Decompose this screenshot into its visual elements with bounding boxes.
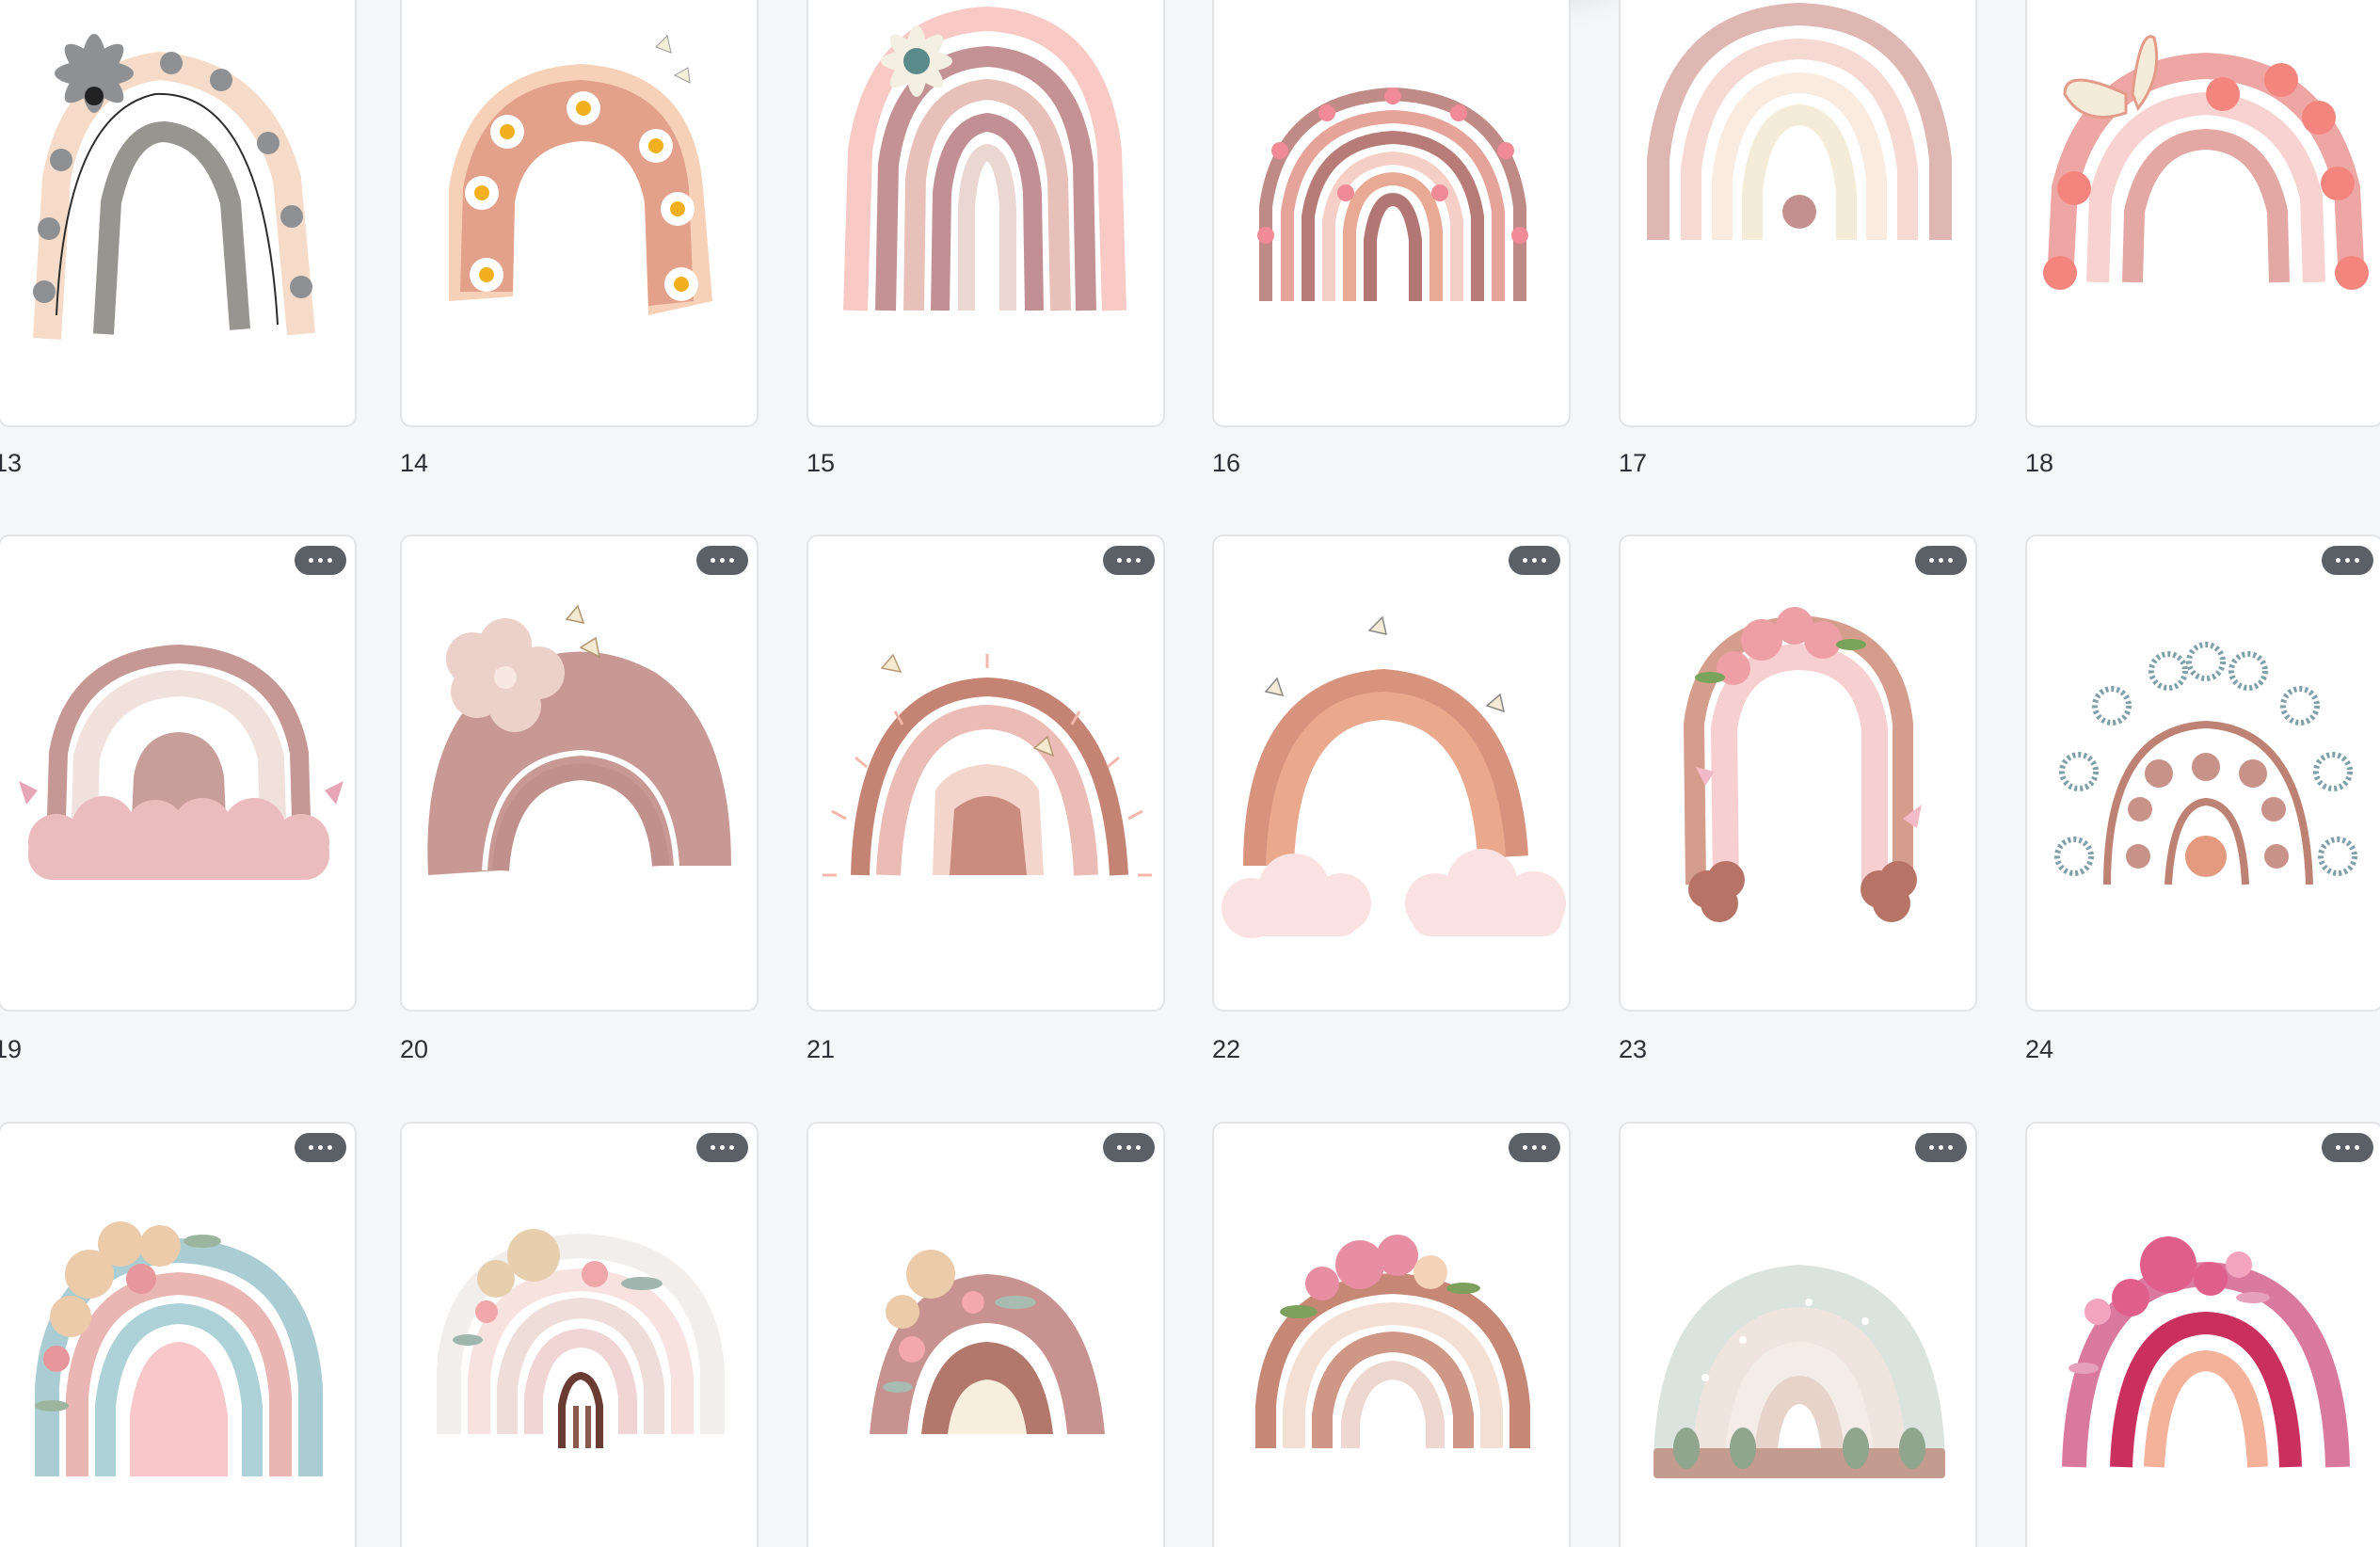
page-number-13: 13 <box>0 449 23 477</box>
page-number-20: 20 <box>400 1035 429 1063</box>
more-horizontal-icon <box>2355 558 2359 563</box>
rainbow-illustration <box>2054 642 2357 885</box>
more-horizontal-icon <box>1523 1145 1527 1150</box>
rainbow-illustration <box>1255 1235 1530 1448</box>
more-horizontal-icon <box>1523 558 1527 563</box>
page-number-22: 22 <box>1212 1035 1241 1063</box>
more-horizontal-icon <box>1136 558 1141 563</box>
rainbow-illustration <box>1257 87 1528 301</box>
more-horizontal-icon <box>1136 1145 1141 1150</box>
more-options-button[interactable] <box>1103 546 1155 575</box>
more-horizontal-icon <box>1948 1145 1953 1150</box>
page-number-15: 15 <box>807 449 836 477</box>
more-horizontal-icon <box>318 1145 323 1150</box>
rainbow-illustration <box>33 34 315 340</box>
rainbow-illustration <box>2062 1236 2350 1468</box>
more-horizontal-icon <box>1541 558 1546 563</box>
more-horizontal-icon <box>1929 558 1934 563</box>
more-horizontal-icon <box>2336 558 2340 563</box>
more-horizontal-icon <box>2345 558 2350 563</box>
page-number-17: 17 <box>1619 449 1648 477</box>
more-horizontal-icon <box>729 1145 734 1150</box>
page-number-21: 21 <box>807 1035 836 1063</box>
page-thumbnail-15[interactable] <box>807 0 1165 427</box>
more-horizontal-icon <box>327 558 332 563</box>
rainbow-illustration <box>1222 615 1566 938</box>
more-horizontal-icon <box>1948 558 1953 563</box>
more-horizontal-icon <box>711 558 715 563</box>
page-thumbnail-22[interactable] <box>1212 534 1571 1012</box>
more-horizontal-icon <box>1939 558 1943 563</box>
more-options-button[interactable] <box>1509 1133 1560 1162</box>
more-options-button[interactable] <box>1915 1133 1967 1162</box>
page-thumbnail-29[interactable] <box>1619 1122 1977 1547</box>
rainbow-illustration <box>2043 35 2369 290</box>
page-thumbnail-19[interactable] <box>0 534 357 1012</box>
more-options-button[interactable] <box>2322 546 2373 575</box>
rainbow-illustration <box>1683 607 1922 922</box>
rainbow-illustration <box>1653 1265 1945 1478</box>
page-number-16: 16 <box>1212 449 1241 477</box>
more-horizontal-icon <box>720 558 725 563</box>
page-thumbnail-21[interactable] <box>807 534 1165 1012</box>
more-horizontal-icon <box>720 1145 725 1150</box>
more-horizontal-icon <box>309 1145 313 1150</box>
more-horizontal-icon <box>1939 1145 1943 1150</box>
rainbow-illustration <box>870 1250 1105 1434</box>
more-options-button[interactable] <box>696 1133 748 1162</box>
more-options-button[interactable] <box>1509 546 1560 575</box>
more-horizontal-icon <box>2345 1145 2350 1150</box>
rainbow-illustration <box>843 6 1126 311</box>
page-thumbnail-13[interactable] <box>0 0 357 427</box>
page-thumbnail-23[interactable] <box>1619 534 1977 1012</box>
more-options-button[interactable] <box>1915 546 1967 575</box>
rainbow-illustration <box>449 35 712 315</box>
more-options-button[interactable] <box>696 546 748 575</box>
more-horizontal-icon <box>1929 1145 1934 1150</box>
rainbow-illustration <box>437 1229 725 1448</box>
rainbow-illustration <box>19 644 343 880</box>
more-horizontal-icon <box>2355 1145 2359 1150</box>
page-thumbnail-20[interactable] <box>400 534 759 1012</box>
page-thumbnail-28[interactable] <box>1212 1122 1571 1547</box>
more-options-button[interactable] <box>295 546 346 575</box>
more-horizontal-icon <box>1541 1145 1546 1150</box>
rainbow-illustration <box>823 653 1152 877</box>
more-horizontal-icon <box>309 558 313 563</box>
more-horizontal-icon <box>1117 558 1122 563</box>
page-number-18: 18 <box>2025 449 2054 477</box>
more-horizontal-icon <box>711 1145 715 1150</box>
more-horizontal-icon <box>1126 1145 1131 1150</box>
page-thumbnail-30[interactable] <box>2025 1122 2380 1547</box>
page-number-24: 24 <box>2025 1035 2054 1063</box>
page-thumbnail-27[interactable] <box>807 1122 1165 1547</box>
more-horizontal-icon <box>327 1145 332 1150</box>
page-thumbnail-26[interactable] <box>400 1122 759 1547</box>
more-horizontal-icon <box>729 558 734 563</box>
rainbow-illustration <box>1647 2 1952 240</box>
page-thumbnail-25[interactable] <box>0 1122 357 1547</box>
page-thumbnail-16[interactable] <box>1212 0 1571 427</box>
page-number-19: 19 <box>0 1035 23 1063</box>
page-number-23: 23 <box>1619 1035 1648 1063</box>
more-options-button[interactable] <box>2322 1133 2373 1162</box>
page-number-14: 14 <box>400 449 429 477</box>
more-horizontal-icon <box>2336 1145 2340 1150</box>
page-thumbnail-18[interactable] <box>2025 0 2380 427</box>
rainbow-illustration <box>35 1221 323 1476</box>
rainbow-illustration <box>427 604 731 875</box>
more-horizontal-icon <box>1532 1145 1537 1150</box>
more-horizontal-icon <box>1532 558 1537 563</box>
page-thumbnail-17[interactable] <box>1619 0 1977 427</box>
more-horizontal-icon <box>318 558 323 563</box>
more-horizontal-icon <box>1126 558 1131 563</box>
more-options-button[interactable] <box>1103 1133 1155 1162</box>
more-horizontal-icon <box>1117 1145 1122 1150</box>
page-thumbnail-24[interactable] <box>2025 534 2380 1012</box>
more-options-button[interactable] <box>295 1133 346 1162</box>
page-thumbnail-14[interactable] <box>400 0 759 427</box>
